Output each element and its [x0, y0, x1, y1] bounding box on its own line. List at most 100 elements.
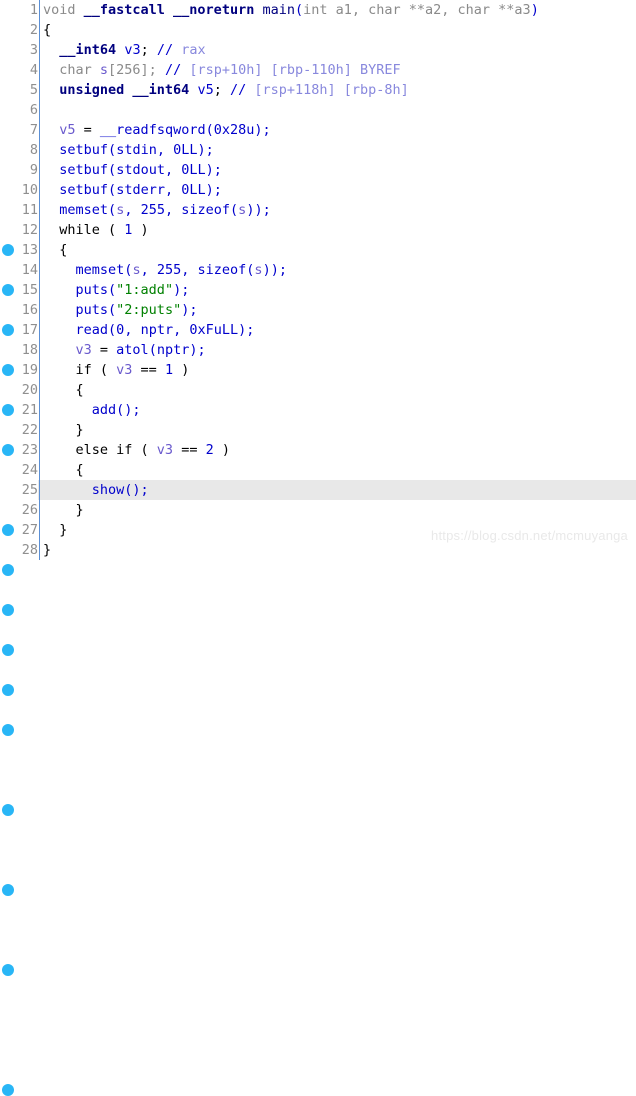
breakpoint-dot-icon[interactable]	[2, 564, 14, 576]
code-text[interactable]: setbuf(stdin, 0LL);	[41, 140, 213, 160]
code-text[interactable]: add();	[41, 400, 141, 420]
breakpoint-dot-icon[interactable]	[2, 804, 14, 816]
code-line[interactable]: 25 show();	[0, 480, 636, 976]
code-line[interactable]: 1 void __fastcall __noreturn main(int a1,…	[0, 0, 636, 20]
breakpoint-gutter[interactable]	[0, 300, 16, 616]
code-line[interactable]: 15 puts("1:add");	[0, 280, 636, 576]
code-text[interactable]: {	[41, 20, 51, 40]
code-token: void	[43, 2, 84, 18]
breakpoint-gutter[interactable]	[0, 540, 16, 1096]
code-text[interactable]: }	[41, 420, 84, 440]
code-line[interactable]: 9 setbuf(stdout, 0LL);	[0, 160, 636, 336]
code-text[interactable]: puts("1:add");	[41, 280, 190, 300]
breakpoint-dot-icon[interactable]	[2, 644, 14, 656]
code-token: stdin	[116, 142, 157, 158]
code-text[interactable]: show();	[41, 480, 149, 500]
code-text[interactable]: setbuf(stderr, 0LL);	[41, 180, 222, 200]
breakpoint-gutter[interactable]	[0, 520, 16, 540]
code-text[interactable]: __int64 v3; // rax	[41, 40, 205, 60]
code-text[interactable]: }	[41, 520, 67, 540]
code-text[interactable]: {	[41, 380, 84, 400]
code-line[interactable]: 22 }	[0, 420, 636, 440]
code-text[interactable]: if ( v3 == 1 )	[41, 360, 190, 380]
breakpoint-gutter[interactable]	[0, 240, 16, 260]
code-line[interactable]: 24 {	[0, 460, 636, 480]
breakpoint-dot-icon[interactable]	[2, 604, 14, 616]
breakpoint-gutter[interactable]	[0, 440, 16, 896]
code-line[interactable]: 13 {	[0, 240, 636, 260]
breakpoint-gutter[interactable]	[0, 100, 16, 120]
code-text[interactable]: v3 = atol(nptr);	[41, 340, 206, 360]
code-token: //	[156, 42, 174, 58]
breakpoint-gutter[interactable]	[0, 420, 16, 440]
breakpoint-dot-icon[interactable]	[2, 1084, 14, 1096]
code-text[interactable]: memset(s, 255, sizeof(s));	[41, 260, 287, 280]
code-text[interactable]: while ( 1 )	[41, 220, 148, 240]
line-number: 4	[29, 62, 38, 78]
breakpoint-gutter[interactable]	[0, 160, 16, 336]
code-line[interactable]: 19 if ( v3 == 1 )	[0, 360, 636, 736]
code-line[interactable]: 6	[0, 100, 636, 120]
breakpoint-gutter[interactable]	[0, 40, 16, 60]
code-line[interactable]: 7 v5 = __readfsqword(0x28u);	[0, 120, 636, 256]
code-line[interactable]: 10 setbuf(stderr, 0LL);	[0, 180, 636, 376]
code-token: (	[108, 302, 117, 318]
breakpoint-gutter[interactable]	[0, 60, 16, 80]
code-line[interactable]: 16 puts("2:puts");	[0, 300, 636, 616]
code-line[interactable]: 18 v3 = atol(nptr);	[0, 340, 636, 696]
code-line[interactable]: 26 }	[0, 500, 636, 520]
code-line[interactable]: 4 char s[256]; // [rsp+10h] [rbp-110h] B…	[0, 60, 636, 80]
code-text[interactable]: {	[41, 460, 84, 480]
line-number: 9	[29, 162, 38, 178]
breakpoint-gutter[interactable]	[0, 500, 16, 520]
breakpoint-dot-icon[interactable]	[2, 964, 14, 976]
code-token: (	[205, 122, 214, 138]
code-text[interactable]: memset(s, 255, sizeof(s));	[41, 200, 270, 220]
code-text[interactable]: }	[41, 540, 51, 560]
code-text[interactable]: unsigned __int64 v5; // [rsp+118h] [rbp-…	[41, 80, 409, 100]
code-text[interactable]: puts("2:puts");	[41, 300, 198, 320]
breakpoint-gutter[interactable]	[0, 120, 16, 256]
breakpoint-dot-icon[interactable]	[2, 724, 14, 736]
breakpoint-gutter[interactable]	[0, 140, 16, 296]
breakpoint-gutter[interactable]	[0, 180, 16, 376]
breakpoint-gutter[interactable]	[0, 280, 16, 576]
code-line[interactable]: 5 unsigned __int64 v5; // [rsp+118h] [rb…	[0, 80, 636, 100]
code-line[interactable]: 14 memset(s, 255, sizeof(s));	[0, 260, 636, 536]
code-text[interactable]: char s[256]; // [rsp+10h] [rbp-110h] BYR…	[41, 60, 401, 80]
code-text[interactable]: setbuf(stdout, 0LL);	[41, 160, 222, 180]
pseudocode-editor[interactable]: 1 void __fastcall __noreturn main(int a1,…	[0, 0, 636, 1096]
code-line[interactable]: 11 memset(s, 255, sizeof(s));	[0, 200, 636, 416]
breakpoint-gutter[interactable]	[0, 220, 16, 456]
breakpoint-gutter[interactable]	[0, 460, 16, 480]
code-line[interactable]: 20 {	[0, 380, 636, 400]
breakpoint-gutter[interactable]	[0, 200, 16, 416]
breakpoint-gutter[interactable]	[0, 260, 16, 536]
breakpoint-dot-icon[interactable]	[2, 684, 14, 696]
breakpoint-gutter[interactable]	[0, 480, 16, 976]
breakpoint-gutter[interactable]	[0, 360, 16, 736]
code-line[interactable]: 28}	[0, 540, 636, 1096]
breakpoint-gutter[interactable]	[0, 380, 16, 400]
code-text[interactable]: }	[41, 500, 84, 520]
code-line[interactable]: 21 add();	[0, 400, 636, 816]
code-text[interactable]: void __fastcall __noreturn main(int a1, …	[41, 0, 539, 20]
code-line[interactable]: 23 else if ( v3 == 2 )	[0, 440, 636, 896]
breakpoint-gutter[interactable]	[0, 20, 16, 40]
code-line[interactable]: 12 while ( 1 )	[0, 220, 636, 456]
code-token: [rsp+10h] [rbp-110h] BYREF	[181, 62, 401, 78]
code-line[interactable]: 17 read(0, nptr, 0xFuLL);	[0, 320, 636, 656]
code-text[interactable]: read(0, nptr, 0xFuLL);	[41, 320, 255, 340]
code-line[interactable]: 8 setbuf(stdin, 0LL);	[0, 140, 636, 296]
breakpoint-gutter[interactable]	[0, 0, 16, 20]
breakpoint-gutter[interactable]	[0, 80, 16, 100]
breakpoint-gutter[interactable]	[0, 320, 16, 656]
breakpoint-gutter[interactable]	[0, 400, 16, 816]
breakpoint-gutter[interactable]	[0, 340, 16, 696]
code-line[interactable]: 2{	[0, 20, 636, 40]
code-text[interactable]: else if ( v3 == 2 )	[41, 440, 230, 460]
breakpoint-dot-icon[interactable]	[2, 884, 14, 896]
code-line[interactable]: 3 __int64 v3; // rax	[0, 40, 636, 60]
code-text[interactable]: {	[41, 240, 67, 260]
code-text[interactable]: v5 = __readfsqword(0x28u);	[41, 120, 270, 140]
